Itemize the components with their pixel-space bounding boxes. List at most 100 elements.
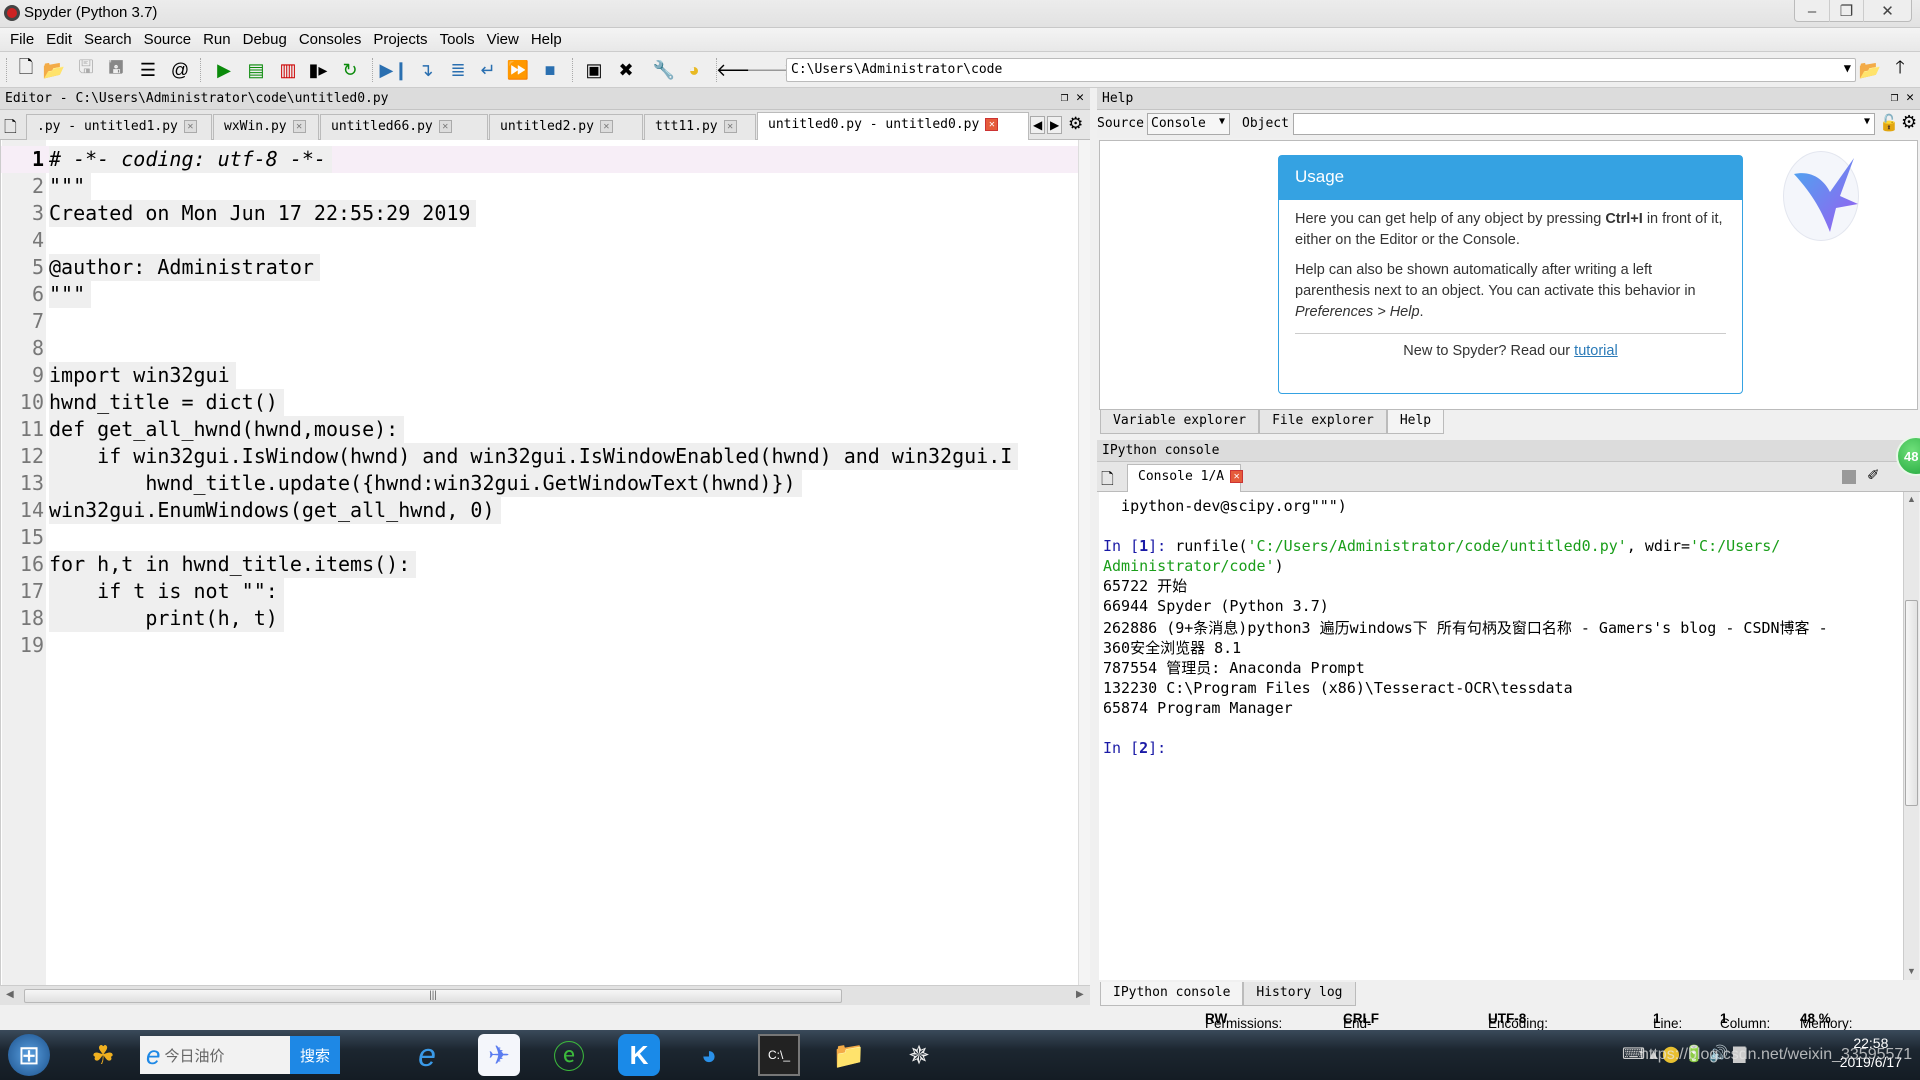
close-tab-icon[interactable]: ✕ (183, 120, 197, 133)
debug-icon[interactable]: ▶❙ (380, 58, 409, 82)
step-into-icon[interactable]: ≣ (446, 58, 470, 82)
run-selection-icon[interactable]: ▮▸ (306, 58, 330, 82)
editor-tab[interactable]: untitled66.py ✕ (320, 114, 488, 140)
lock-icon[interactable]: 🔓 (1879, 113, 1899, 133)
scroll-tabs-left-icon[interactable]: ◀ (1030, 116, 1046, 134)
menu-debug[interactable]: Debug (237, 28, 293, 51)
search-button[interactable]: 搜索 (290, 1036, 340, 1074)
360-browser-icon[interactable]: ⓔ (548, 1034, 590, 1076)
at-icon[interactable]: @ (168, 58, 192, 82)
options-gear-icon[interactable]: ⚙ (1068, 114, 1083, 134)
close-tab-icon[interactable]: ✕ (599, 120, 613, 133)
preferences-icon[interactable]: 🔧 (652, 58, 676, 82)
close-tab-icon[interactable]: ✕ (438, 120, 452, 133)
outline-icon[interactable]: ☰ (136, 58, 160, 82)
editor-tab[interactable]: ttt11.py ✕ (644, 114, 756, 140)
scroll-up-icon[interactable]: ▲ (1907, 494, 1916, 504)
editor-tab[interactable]: .py - untitled1.py ✕ (26, 114, 212, 140)
tutorial-link[interactable]: tutorial (1574, 343, 1618, 359)
menu-projects[interactable]: Projects (367, 28, 433, 51)
dropdown-arrow-icon[interactable]: ▼ (1844, 61, 1851, 75)
restore-button[interactable]: ❐ (1829, 0, 1863, 22)
editor-tab[interactable]: wxWin.py ✕ (213, 114, 319, 140)
working-directory-combo[interactable]: C:\Users\Administrator\code ▼ (786, 58, 1856, 82)
scroll-tabs-right-icon[interactable]: ▶ (1047, 116, 1063, 134)
object-input[interactable]: ▼ (1293, 113, 1875, 135)
tab-ipython-console[interactable]: IPython console (1100, 982, 1244, 1006)
browse-directory-icon[interactable]: 📂 (1858, 58, 1882, 82)
menu-tools[interactable]: Tools (434, 28, 481, 51)
forward-icon[interactable]: 🡒 (746, 58, 794, 82)
run-cell-icon[interactable]: ▤ (244, 58, 268, 82)
menu-edit[interactable]: Edit (40, 28, 78, 51)
new-file-icon[interactable]: 🗋 (14, 57, 38, 82)
undock-icon[interactable]: ❐ (1061, 90, 1069, 105)
step-icon[interactable]: ↴ (414, 58, 438, 82)
run-icon[interactable]: ▶ (212, 58, 236, 82)
code-editor[interactable]: 1 # -*- coding: utf-8 -*- 2 """ 3 Created on … (0, 140, 1079, 985)
console-tab[interactable]: Console 1/A ✕ (1127, 464, 1244, 492)
close-tab-icon[interactable]: ✕ (1230, 470, 1244, 483)
continue-icon[interactable]: ⏩ (506, 58, 530, 82)
cmd-icon[interactable]: C:\_ (758, 1034, 800, 1076)
save-icon[interactable]: 🖫 (74, 57, 98, 82)
editor-tab-active[interactable]: untitled0.py - untitled0.py ✕ (757, 112, 1029, 140)
save-all-icon[interactable]: 🖪 (104, 57, 128, 82)
start-button[interactable]: ⊞ (8, 1034, 50, 1076)
scroll-down-icon[interactable]: ▼ (1907, 966, 1916, 976)
stop-kernel-icon[interactable] (1842, 470, 1856, 484)
close-button[interactable]: ✕ (1863, 0, 1911, 22)
browse-tabs-icon[interactable]: 🗋 (1101, 468, 1114, 495)
menu-run[interactable]: Run (197, 28, 237, 51)
close-tab-icon[interactable]: ✕ (723, 120, 737, 133)
menu-file[interactable]: File (4, 28, 40, 51)
console-vertical-scrollbar[interactable]: ▲ ▼ (1903, 492, 1919, 980)
messenger-icon[interactable]: ◕ (688, 1034, 730, 1076)
clear-console-icon[interactable]: ✐ (1867, 466, 1880, 484)
scrollbar-thumb[interactable]: ||| (24, 989, 842, 1003)
kugou-icon[interactable]: K (618, 1034, 660, 1076)
editor-tab[interactable]: untitled2.py ✕ (489, 114, 643, 140)
menu-source[interactable]: Source (138, 28, 198, 51)
parent-directory-icon[interactable]: 🡑 (1888, 57, 1912, 82)
maximize-pane-icon[interactable]: ▣ (582, 58, 606, 82)
scroll-right-icon[interactable]: ▶ (1076, 989, 1084, 1000)
feishu-bird-icon[interactable]: ✈ (478, 1034, 520, 1076)
close-pane-icon[interactable]: ✕ (1906, 90, 1914, 105)
tab-history-log[interactable]: History log (1243, 982, 1356, 1006)
stop-debug-icon[interactable]: ■ (538, 58, 562, 82)
menu-view[interactable]: View (481, 28, 525, 51)
close-tab-icon[interactable]: ✕ (292, 120, 306, 133)
undock-icon[interactable]: ❐ (1891, 90, 1899, 105)
close-tab-icon[interactable]: ✕ (985, 118, 999, 131)
scrollbar-thumb[interactable] (1905, 600, 1918, 806)
source-select[interactable]: Console ▼ (1147, 113, 1230, 135)
menu-consoles[interactable]: Consoles (293, 28, 368, 51)
close-pane-icon[interactable]: ✕ (1076, 90, 1084, 105)
editor-vertical-scrollbar[interactable] (1078, 140, 1090, 985)
editor-horizontal-scrollbar[interactable]: ◀ ||| ▶ (0, 985, 1090, 1005)
tab-help[interactable]: Help (1386, 410, 1445, 434)
scroll-left-icon[interactable]: ◀ (6, 989, 14, 1000)
ie-icon[interactable]: e (406, 1034, 448, 1076)
options-gear-icon[interactable]: ⚙ (1901, 112, 1917, 133)
open-file-icon[interactable]: 📂 (42, 58, 66, 82)
step-return-icon[interactable]: ↵ (476, 58, 500, 82)
browse-tabs-icon[interactable]: 🗋 (4, 116, 17, 143)
menu-search[interactable]: Search (78, 28, 138, 51)
code-line: 2 """ (1, 173, 1079, 200)
tab-variable-explorer[interactable]: Variable explorer (1100, 410, 1260, 434)
rerun-icon[interactable]: ↻ (338, 58, 362, 82)
window-title: Spyder (Python 3.7) (24, 4, 158, 21)
taskbar-search[interactable]: e 今日油价 搜索 (140, 1036, 340, 1074)
run-cell-advance-icon[interactable]: ▥ (276, 58, 300, 82)
ipython-console[interactable]: ipython-dev@scipy.org""")​In [1]: runfil… (1099, 492, 1903, 980)
qihoo-icon[interactable]: ☘ (82, 1034, 124, 1076)
python-path-icon[interactable]: ◕ (682, 58, 706, 82)
fullscreen-icon[interactable]: ✖ (614, 58, 638, 82)
minimize-button[interactable]: – (1795, 0, 1829, 22)
menu-help[interactable]: Help (525, 28, 568, 51)
spyder-icon[interactable]: ✵ (898, 1034, 940, 1076)
explorer-folder-icon[interactable]: 📁 (828, 1034, 870, 1076)
tab-file-explorer[interactable]: File explorer (1259, 410, 1387, 434)
